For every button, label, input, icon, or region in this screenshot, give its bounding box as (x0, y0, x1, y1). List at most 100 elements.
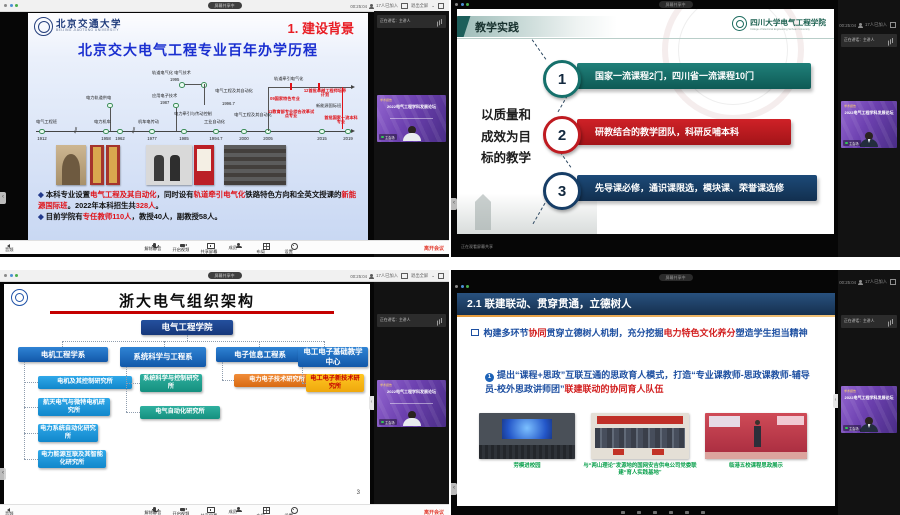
slide-prev-handle[interactable] (451, 483, 457, 495)
connector-line (176, 105, 177, 131)
audio-device-button[interactable]: 音频 (5, 243, 10, 248)
bullet-item: 本科专业设置电气工程及其自动化，同时设有轨道牵引电气化铁路特色方向和全英文授课的… (38, 189, 358, 211)
sidebar-collapse-handle[interactable] (369, 396, 374, 410)
video-banner-title: 2022电气工程学科发展论坛 (379, 104, 444, 109)
leave-meeting-button[interactable]: 离开会议 (424, 245, 444, 252)
chevron-down-icon[interactable] (431, 273, 435, 279)
signal-icon (892, 38, 893, 43)
speaker-avatar (401, 126, 423, 142)
window-close-icon[interactable] (455, 3, 458, 6)
timeline-label: 机车电传动 (138, 120, 159, 125)
chevron-down-icon[interactable] (431, 3, 435, 9)
screenshot-divider (0, 258, 449, 270)
fullscreen-exit-button[interactable]: 退出全屏 (411, 273, 428, 279)
step-number: 2 (543, 116, 581, 154)
participants-count[interactable]: 17人已加入 (865, 279, 887, 285)
share-screen-button[interactable]: 共享屏幕 (201, 243, 221, 250)
screen-share-tab[interactable]: 屏幕共享中 (208, 272, 242, 279)
window-minimize-icon[interactable] (10, 4, 13, 7)
expand-icon[interactable] (438, 273, 444, 279)
participants-count[interactable]: 17人已加入 (865, 22, 887, 28)
window-minimize-icon[interactable] (461, 285, 464, 288)
speaker-tile[interactable]: 正在讲话：主讲人 (377, 314, 446, 327)
video-thumbnail[interactable]: 学术报告 2022电气工程学科发展论坛 主会场 (377, 380, 446, 427)
bullet-item: 目前学院有专任教师110人，教授40人，副教授58人。 (38, 211, 358, 222)
timeline-year: 2015 (317, 136, 327, 141)
speaker-tile[interactable]: 正在讲话：主讲人 (841, 34, 897, 47)
video-thumbnail[interactable]: 学术报告 2022电气工程学科发展论坛 主会场 (841, 101, 897, 148)
photo-caption: 临港五校课程思政展示 (705, 463, 807, 470)
meeting-window-scu: 屏幕共享中 00:25:04 17人已加入 1896 教学实践 四川大学电气工程… (451, 0, 900, 257)
mute-button[interactable]: 解除静音 (145, 507, 165, 514)
org-institute: 电气自动化研究所 (140, 406, 220, 419)
screen-share-tab[interactable]: 屏幕共享中 (659, 274, 693, 281)
mute-button[interactable]: 解除静音 (145, 243, 165, 250)
video-banner-tag: 学术报告 (844, 389, 856, 393)
meeting-window-zju: 屏幕共享中 00:25:04 17人已加入 退出全屏 浙大电气组织架构 电气工程… (0, 258, 449, 515)
connector-line (302, 367, 303, 383)
gear-icon (291, 243, 298, 250)
window-zoom-icon[interactable] (466, 285, 469, 288)
participants-sidebar: 正在讲话：主讲人 学术报告 2022电气工程学科发展论坛 主会场 (838, 270, 900, 515)
window-close-icon[interactable] (455, 285, 458, 288)
leave-meeting-button[interactable]: 离开会议 (424, 509, 444, 515)
meeting-screenshot-grid: 屏幕共享中 00:25:04 17人已加入 退出全屏 北京交通大学 BEIJIN… (0, 0, 900, 515)
mic-active-icon (845, 427, 848, 430)
window-zoom-icon[interactable] (15, 274, 18, 277)
axis-break (73, 125, 78, 134)
photo-thumbnail (90, 145, 104, 185)
window-zoom-icon[interactable] (466, 3, 469, 6)
sidebar-collapse-handle[interactable] (833, 394, 838, 408)
expand-icon[interactable] (890, 22, 896, 28)
video-button[interactable]: 开启视频 (173, 507, 193, 514)
slide-prev-handle[interactable] (0, 192, 6, 204)
expand-icon[interactable] (890, 279, 896, 285)
photo-caption: 与“两山理论”发源地的国网安吉供电公司党委联建“育人实践基地” (581, 463, 699, 478)
org-institute: 航天电气与微特电机研究所 (38, 398, 110, 416)
members-button[interactable]: 成员 (229, 507, 249, 514)
speaker-avatar (858, 132, 880, 148)
signal-icon (441, 318, 442, 323)
timeline-node (103, 129, 109, 135)
speaker-tile[interactable]: 正在讲话：主讲人 (841, 315, 897, 328)
window-controls (4, 274, 18, 277)
slide-prev-handle[interactable] (451, 198, 457, 210)
members-button[interactable]: 成员 (229, 243, 249, 250)
layout-button[interactable]: 布局 (257, 243, 277, 250)
speaker-tile[interactable]: 正在讲话：主讲人 (377, 15, 446, 28)
participants-count[interactable]: 17人已加入 (376, 273, 398, 279)
video-button[interactable]: 开启视频 (173, 243, 193, 250)
connector-line (24, 459, 38, 460)
expand-icon[interactable] (438, 3, 444, 9)
photo-thumbnail (479, 413, 575, 459)
audio-device-button[interactable]: 音频 (5, 507, 10, 512)
screen-share-tab[interactable]: 屏幕共享中 (208, 2, 242, 9)
settings-button[interactable]: 设置 (285, 243, 305, 250)
connector-line (24, 433, 38, 434)
speaker-tile-label: 正在讲话：主讲人 (380, 318, 410, 323)
slide-title: 浙大电气组织架构 (4, 290, 370, 311)
video-thumbnail[interactable]: 学术报告 2022电气工程学科发展论坛 主会场 (841, 386, 897, 433)
participants-count[interactable]: 17人已加入 (376, 3, 398, 9)
slide-prev-handle[interactable] (0, 468, 6, 480)
layout-button[interactable]: 布局 (257, 507, 277, 514)
window-close-icon[interactable] (4, 4, 7, 7)
settings-button[interactable]: 设置 (285, 507, 305, 514)
window-zoom-icon[interactable] (15, 4, 18, 7)
participants-icon (859, 280, 862, 283)
fullscreen-exit-icon (401, 273, 408, 279)
mic-active-icon (845, 142, 848, 145)
window-minimize-icon[interactable] (461, 3, 464, 6)
video-thumbnail[interactable]: 学术报告 2022电气工程学科发展论坛 主会场 (377, 95, 446, 142)
share-screen-button[interactable]: 共享屏幕 (201, 507, 221, 514)
window-minimize-icon[interactable] (10, 274, 13, 277)
video-name-label: 主会场 (843, 140, 861, 146)
window-close-icon[interactable] (4, 274, 7, 277)
video-name-label: 主会场 (379, 134, 397, 140)
window-controls (4, 4, 18, 7)
step-number: 1 (543, 60, 581, 98)
shared-slide-scu: 1896 教学实践 四川大学电气工程学院 College of Electric… (457, 9, 834, 234)
window-titlebar: 屏幕共享中 00:25:04 17人已加入 退出全屏 (0, 270, 449, 282)
screen-share-tab[interactable]: 屏幕共享中 (659, 1, 693, 8)
fullscreen-exit-button[interactable]: 退出全屏 (411, 3, 428, 9)
